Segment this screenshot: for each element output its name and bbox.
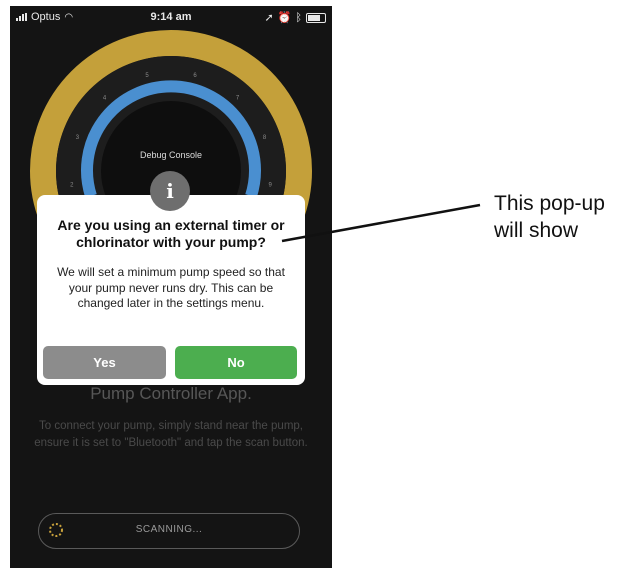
annotation-line-1: This pop-up [494, 192, 605, 215]
annotation-line-2: will show [494, 219, 579, 242]
info-icon: i [150, 171, 190, 211]
annotation-text: This pop-up will show [494, 190, 629, 244]
callout-arrow [281, 203, 481, 243]
